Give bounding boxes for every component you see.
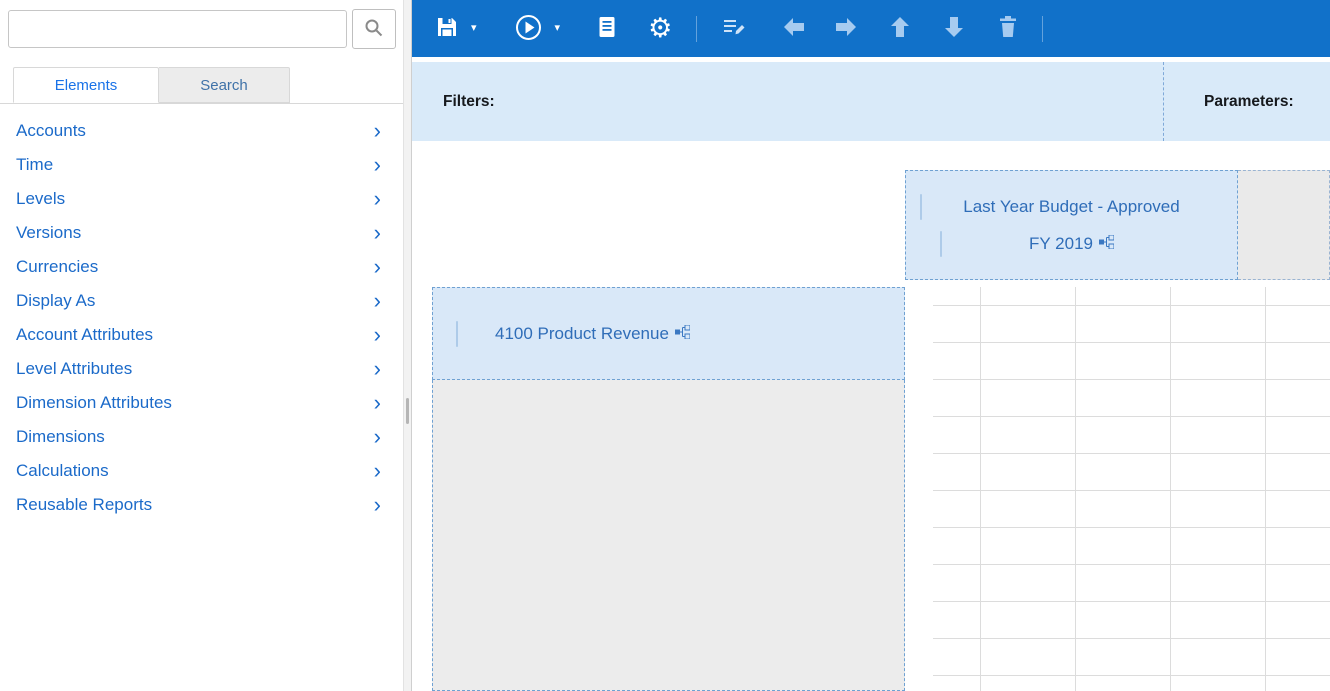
tree-item-label: Dimensions bbox=[16, 427, 105, 446]
tree-item-dimensions[interactable]: Dimensions › bbox=[0, 420, 403, 454]
column-element-time[interactable]: FY 2019 bbox=[906, 230, 1237, 258]
tab-search[interactable]: Search bbox=[159, 67, 290, 103]
save-menu-button[interactable]: ▾ bbox=[464, 8, 483, 50]
time-element-label: FY 2019 bbox=[1029, 233, 1093, 253]
caret-down-icon: ▾ bbox=[471, 22, 477, 34]
tree-item-currencies[interactable]: Currencies › bbox=[0, 250, 403, 284]
tree-item-calculations[interactable]: Calculations › bbox=[0, 454, 403, 488]
tree-item-level-attributes[interactable]: Level Attributes › bbox=[0, 352, 403, 386]
hierarchy-icon[interactable] bbox=[1098, 234, 1115, 254]
move-right-button[interactable] bbox=[830, 8, 862, 50]
column-dropzone[interactable]: Last Year Budget - Approved FY 2019 bbox=[905, 170, 1238, 280]
chevron-right-icon: › bbox=[373, 492, 381, 517]
drag-handle[interactable] bbox=[920, 193, 922, 220]
tree-item-versions[interactable]: Versions › bbox=[0, 216, 403, 250]
chevron-right-icon: › bbox=[373, 220, 381, 245]
tree-item-label: Time bbox=[16, 155, 54, 174]
row-dropzone[interactable]: 4100 Product Revenue bbox=[432, 287, 905, 380]
save-icon bbox=[436, 16, 458, 41]
arrow-up-icon bbox=[890, 17, 910, 40]
tree-item-time[interactable]: Time › bbox=[0, 148, 403, 182]
run-icon bbox=[515, 14, 542, 44]
search-input[interactable] bbox=[8, 10, 347, 48]
search-row bbox=[0, 0, 403, 55]
arrow-left-icon bbox=[784, 17, 805, 40]
tree-item-label: Versions bbox=[16, 223, 82, 242]
account-element-label: 4100 Product Revenue bbox=[495, 323, 669, 343]
hierarchy-icon[interactable] bbox=[674, 324, 691, 344]
tree-item-account-attributes[interactable]: Account Attributes › bbox=[0, 318, 403, 352]
filters-label: Filters: bbox=[443, 92, 495, 110]
search-icon bbox=[364, 18, 384, 41]
parameters-label: Parameters: bbox=[1204, 92, 1294, 110]
move-down-button[interactable] bbox=[938, 8, 970, 50]
move-up-button[interactable] bbox=[884, 8, 916, 50]
delete-button[interactable] bbox=[992, 8, 1024, 50]
report-properties-button[interactable] bbox=[590, 8, 624, 50]
tab-elements[interactable]: Elements bbox=[13, 67, 159, 103]
gear-icon: ⚙ bbox=[648, 13, 673, 43]
version-element-label: Last Year Budget - Approved bbox=[963, 196, 1180, 216]
tree-item-levels[interactable]: Levels › bbox=[0, 182, 403, 216]
modify-lines-icon bbox=[723, 16, 746, 41]
tree-item-label: Reusable Reports bbox=[16, 495, 153, 514]
chevron-right-icon: › bbox=[373, 254, 381, 279]
arrow-down-icon bbox=[944, 17, 964, 40]
chevron-right-icon: › bbox=[373, 356, 381, 381]
chevron-right-icon: › bbox=[373, 118, 381, 143]
column-dropzone-empty[interactable] bbox=[1238, 170, 1330, 280]
tree-item-label: Account Attributes bbox=[16, 325, 154, 344]
elements-tree: Accounts › Time › Levels › Versions › Cu… bbox=[0, 114, 403, 522]
tree-item-label: Dimension Attributes bbox=[16, 393, 172, 412]
tree-item-display-as[interactable]: Display As › bbox=[0, 284, 403, 318]
tree-item-label: Calculations bbox=[16, 461, 109, 480]
run-report-button[interactable] bbox=[509, 8, 548, 50]
panel-tabs: Elements Search bbox=[0, 67, 403, 104]
caret-down-icon: ▾ bbox=[554, 22, 561, 34]
trash-icon bbox=[998, 16, 1018, 41]
move-left-button[interactable] bbox=[778, 8, 810, 50]
filters-bar[interactable]: Filters: Parameters: bbox=[412, 62, 1330, 141]
column-element-version[interactable]: Last Year Budget - Approved bbox=[906, 193, 1237, 221]
filters-parameters-divider bbox=[1163, 62, 1164, 141]
tree-item-label: Levels bbox=[16, 189, 66, 208]
toolbar-divider bbox=[1042, 15, 1044, 42]
run-menu-button[interactable]: ▾ bbox=[548, 8, 567, 50]
chevron-right-icon: › bbox=[373, 322, 381, 347]
report-builder-window: Elements Search Accounts › Time › Levels… bbox=[0, 0, 1330, 691]
tree-item-label: Currencies bbox=[16, 257, 99, 276]
tree-item-accounts[interactable]: Accounts › bbox=[0, 114, 403, 148]
tree-item-reusable-reports[interactable]: Reusable Reports › bbox=[0, 488, 403, 522]
chevron-right-icon: › bbox=[373, 288, 381, 313]
report-designer: ▾ ▾ ⚙ Filters: Parameters: Last Year Bud… bbox=[412, 0, 1330, 691]
drag-handle[interactable] bbox=[456, 320, 458, 347]
panel-resizer[interactable] bbox=[403, 0, 412, 691]
chevron-right-icon: › bbox=[373, 424, 381, 449]
chevron-right-icon: › bbox=[373, 390, 381, 415]
search-button[interactable] bbox=[352, 9, 396, 49]
save-button[interactable] bbox=[430, 8, 464, 50]
tree-item-label: Level Attributes bbox=[16, 359, 133, 378]
toolbar: ▾ ▾ ⚙ bbox=[412, 0, 1330, 57]
spreadsheet-grid bbox=[933, 287, 1330, 691]
resizer-grip-icon bbox=[406, 398, 409, 424]
chevron-right-icon: › bbox=[373, 152, 381, 177]
chevron-right-icon: › bbox=[373, 186, 381, 211]
tree-item-label: Display As bbox=[16, 291, 96, 310]
arrow-right-icon bbox=[836, 17, 857, 40]
toolbar-divider bbox=[696, 15, 698, 42]
drag-handle[interactable] bbox=[940, 230, 942, 257]
elements-panel: Elements Search Accounts › Time › Levels… bbox=[0, 0, 403, 691]
report-canvas: Last Year Budget - Approved FY 2019 4100… bbox=[412, 141, 1330, 691]
modify-elements-button[interactable] bbox=[717, 8, 752, 50]
chevron-right-icon: › bbox=[373, 458, 381, 483]
report-icon bbox=[596, 16, 618, 41]
tree-item-label: Accounts bbox=[16, 121, 86, 140]
tree-item-dimension-attributes[interactable]: Dimension Attributes › bbox=[0, 386, 403, 420]
row-dropzone-empty[interactable] bbox=[432, 380, 905, 691]
settings-button[interactable]: ⚙ bbox=[642, 8, 678, 50]
